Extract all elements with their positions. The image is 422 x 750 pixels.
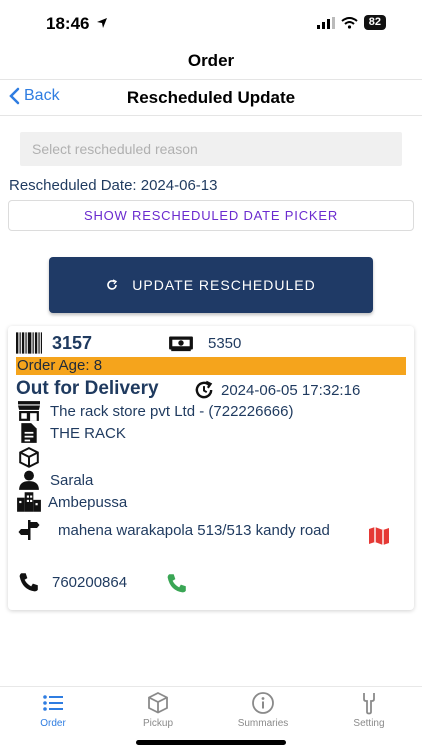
brand-row: THE RACK: [16, 422, 126, 444]
status-row: Out for Delivery: [16, 378, 159, 400]
home-indicator: [136, 740, 286, 745]
rescheduled-date-label: Rescheduled Date: 2024-06-13: [9, 177, 218, 194]
address-row: mahena warakapola 513/513 kandy road: [16, 519, 348, 541]
nav-title: Order: [187, 51, 235, 70]
tab-pickup[interactable]: Pickup: [118, 691, 198, 729]
delivery-status: Out for Delivery: [16, 378, 159, 399]
tab-setting[interactable]: Setting: [329, 691, 409, 729]
wrench-icon: [363, 693, 375, 715]
battery-icon: 82: [363, 15, 386, 30]
status-timestamp: 2024-06-05 17:32:16: [221, 381, 361, 399]
update-rescheduled-button[interactable]: UPDATE RESCHEDULED: [49, 257, 373, 313]
wifi-icon: [341, 16, 358, 29]
list-icon: [43, 695, 63, 711]
box-icon: [148, 691, 168, 714]
order-id-row: 3157: [16, 332, 92, 354]
person-icon: [19, 470, 39, 490]
signal-icon: [316, 16, 335, 29]
status-time-text: 18:46: [46, 14, 90, 33]
sub-divider: [0, 115, 422, 116]
customer-name: Sarala: [50, 471, 94, 489]
history-icon: [195, 380, 213, 399]
signpost-icon: [18, 520, 40, 540]
order-amount: 5350: [208, 334, 242, 352]
rescheduled-reason-select[interactable]: Select rescheduled reason: [20, 132, 402, 166]
delivery-address: mahena warakapola 513/513 kandy road: [58, 521, 330, 539]
sub-header: Back Rescheduled Update: [0, 80, 422, 115]
back-button[interactable]: Back: [8, 87, 60, 105]
barcode-icon: [16, 332, 42, 354]
amount-row: 5350: [168, 332, 241, 354]
store-row: The rack store pvt Ltd - (722226666): [16, 400, 293, 422]
customer-phone: 760200864: [52, 573, 128, 591]
package-row: [16, 447, 50, 469]
update-button-label: UPDATE RESCHEDULED: [132, 277, 316, 293]
location-arrow-icon: [97, 18, 108, 28]
store-name: The rack store pvt Ltd - (722226666): [50, 402, 294, 420]
status-indicators: 82: [316, 15, 386, 30]
order-id: 3157: [52, 332, 93, 353]
phone-icon: [19, 573, 38, 592]
tab-pickup-label: Pickup: [142, 718, 173, 729]
cash-icon: [169, 336, 193, 352]
map-icon[interactable]: [368, 526, 390, 546]
city-row: Ambepussa: [16, 491, 127, 513]
tab-setting-label: Setting: [353, 718, 385, 729]
tab-summaries-label: Summaries: [237, 718, 289, 729]
order-card[interactable]: 3157 5350 Order Age: 8 Out for Delivery …: [8, 326, 414, 610]
package-icon: [19, 447, 39, 468]
back-label: Back: [24, 87, 60, 104]
tab-order[interactable]: Order: [13, 691, 93, 729]
call-icon[interactable]: [166, 572, 188, 594]
store-icon: [18, 401, 40, 421]
brand-name: THE RACK: [50, 424, 126, 442]
status-time-row: 2024-06-05 17:32:16: [191, 379, 360, 401]
order-age-badge: Order Age: 8: [16, 357, 406, 375]
refresh-icon: [107, 279, 118, 290]
document-icon: [21, 423, 37, 443]
status-time: 18:46: [46, 14, 108, 34]
customer-city: Ambepussa: [48, 493, 128, 511]
show-date-picker-button[interactable]: SHOW RESCHEDULED DATE PICKER: [8, 200, 414, 231]
chevron-left-icon: [9, 87, 20, 105]
phone-row: 760200864: [16, 571, 127, 593]
city-icon: [17, 492, 41, 512]
tab-summaries[interactable]: Summaries: [223, 691, 303, 729]
page-title: Rescheduled Update: [126, 88, 296, 107]
tab-order-label: Order: [40, 718, 66, 729]
status-bar: 18:46 82: [0, 0, 422, 46]
info-icon: [252, 692, 274, 714]
customer-row: Sarala: [16, 469, 93, 491]
